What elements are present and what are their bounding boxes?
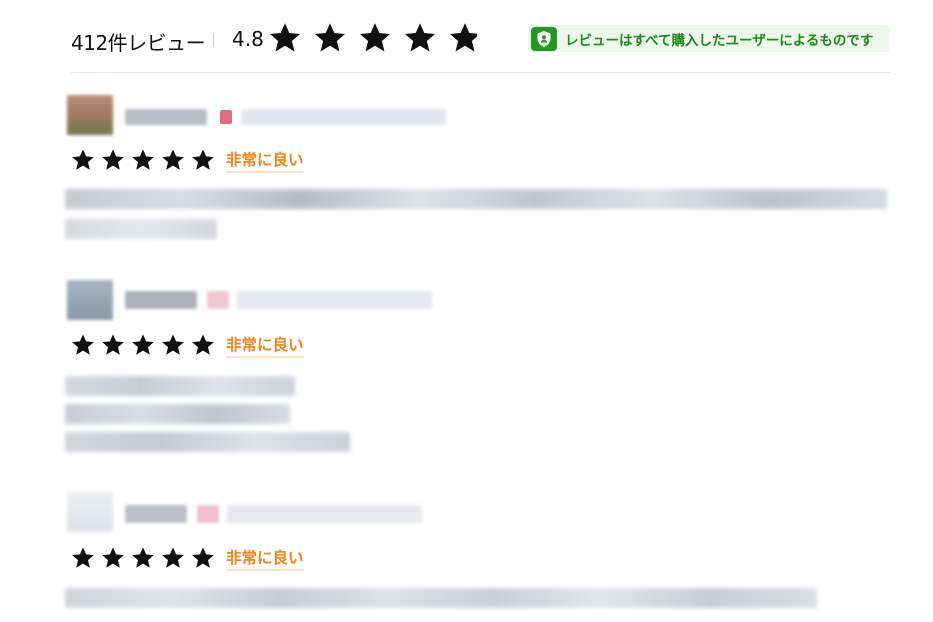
divider: [213, 33, 214, 47]
star-icon: [315, 23, 345, 52]
review-item: 非常に良い: [65, 492, 895, 617]
review-text-redacted: [65, 219, 217, 239]
review-item: 非常に良い: [65, 95, 895, 245]
rating-label: 非常に良い: [226, 333, 304, 358]
avatar: [67, 492, 113, 532]
review-count: 412件レビュー: [71, 31, 206, 55]
variant-info-redacted: [237, 291, 432, 309]
star-icon: [102, 334, 124, 355]
star-icon: [102, 149, 124, 170]
star-icon: [192, 547, 214, 568]
star-icon: [132, 149, 154, 170]
variant-info-redacted: [227, 505, 422, 523]
star-icon: [162, 149, 184, 170]
review-summary-header: 412件レビュー 4.8 レビューはすべて購入したユーザーによるものです: [71, 18, 891, 73]
color-swatch-redacted: [220, 110, 232, 124]
review-text-redacted: [65, 376, 295, 396]
rating-label: 非常に良い: [226, 148, 304, 173]
reviewer-name-redacted: [125, 291, 197, 309]
color-swatch-redacted: [197, 505, 219, 523]
star-icon: [162, 334, 184, 355]
review-item: 非常に良い: [65, 280, 895, 460]
review-text-redacted: [65, 404, 290, 424]
star-icon: [270, 23, 300, 52]
variant-info-redacted: [241, 109, 446, 125]
star-icon: [192, 334, 214, 355]
review-text-redacted: [65, 588, 817, 608]
avatar: [67, 280, 113, 320]
review-text-redacted: [65, 432, 350, 452]
star-icon: [72, 334, 94, 355]
partial-star-icon: [450, 23, 480, 52]
review-text-redacted: [65, 189, 887, 209]
rating-label: 非常に良い: [226, 546, 304, 571]
verified-purchase-badge: レビューはすべて購入したユーザーによるものです: [528, 25, 889, 52]
star-icon: [132, 547, 154, 568]
star-icon: [405, 23, 435, 52]
star-icon: [72, 149, 94, 170]
star-icon: [192, 149, 214, 170]
review-stars: 非常に良い: [70, 545, 304, 571]
verified-badge-text: レビューはすべて購入したユーザーによるものです: [565, 32, 874, 49]
review-stars: 非常に良い: [70, 332, 304, 358]
review-stars: 非常に良い: [70, 147, 304, 173]
color-swatch-redacted: [207, 291, 229, 309]
average-rating-stars: [267, 20, 483, 56]
star-icon: [72, 547, 94, 568]
avatar: [67, 95, 113, 135]
reviewer-name-redacted: [125, 109, 207, 125]
star-icon: [132, 334, 154, 355]
average-rating: 4.8: [232, 27, 264, 51]
star-icon: [102, 547, 124, 568]
star-icon: [162, 547, 184, 568]
star-icon: [360, 23, 390, 52]
verified-user-shield-icon: [531, 26, 557, 51]
reviewer-name-redacted: [125, 505, 187, 523]
